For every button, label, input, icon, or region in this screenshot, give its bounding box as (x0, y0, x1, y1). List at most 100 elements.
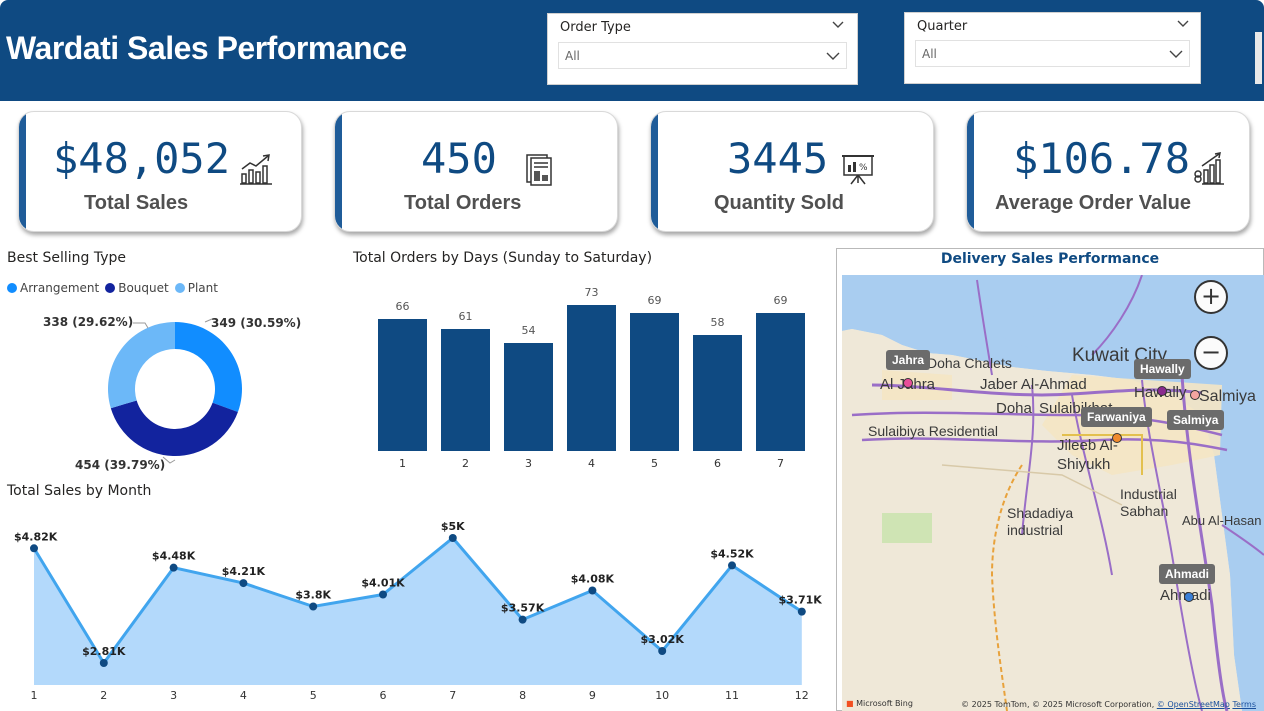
x-tick-label: 12 (795, 689, 809, 702)
data-label-month-8: $3.57K (501, 602, 545, 615)
bar-value-label: 58 (711, 316, 725, 329)
svg-text:%: % (859, 163, 868, 173)
map-place-label: Shadadiya industrial (1007, 505, 1074, 538)
chevron-down-icon[interactable] (1177, 20, 1189, 28)
map-bubble-salmiya[interactable]: Salmiya (1167, 410, 1225, 430)
kpi-label: Total Orders (404, 192, 522, 214)
map-point-salmiya[interactable] (1190, 390, 1200, 400)
kpi-card-total-orders: 450 Total Orders (334, 111, 618, 232)
map-canvas[interactable]: + − Doha Chalets Kuwait City Al Jahra Ja… (842, 275, 1264, 711)
map-bubble-farwaniya[interactable]: Farwaniya (1081, 407, 1152, 427)
order-type-slicer[interactable]: Order Type All (547, 13, 858, 85)
legend-item-plant[interactable]: Plant (174, 281, 218, 295)
bar-day-4 (567, 305, 616, 451)
data-point-month-2 (99, 659, 108, 667)
map-point-hawally[interactable] (1157, 386, 1167, 396)
map-place-label: Sulaibiya Residential (868, 423, 998, 439)
map-title: Delivery Sales Performance (940, 251, 1160, 267)
bar-day-6 (693, 335, 742, 451)
x-tick-label: 4 (240, 689, 247, 702)
quarter-dropdown[interactable]: All (915, 40, 1190, 67)
zoom-out-button[interactable]: − (1194, 336, 1228, 370)
data-point-month-1 (30, 544, 38, 553)
bar-day-7 (756, 313, 805, 451)
x-tick-label: 7 (449, 689, 456, 702)
map-place-label: Salmiya (1199, 388, 1256, 405)
bar-value-label: 73 (585, 286, 599, 299)
x-tick-label: 4 (588, 457, 595, 470)
card-accent (335, 112, 342, 231)
order-type-dropdown[interactable]: All (558, 42, 847, 69)
best-selling-title: Best Selling Type (7, 250, 126, 266)
map-point-farwaniya[interactable] (1112, 433, 1122, 443)
x-tick-label: 10 (655, 689, 669, 702)
data-point-month-6 (379, 590, 387, 599)
sales-area-chart[interactable]: $4.82K 1 $2.81K 2 $4.48K 3 $4.21K 4 $3.8K 5 $4.01K… (0, 505, 830, 711)
legend-label: Bouquet (118, 281, 169, 295)
scrollbar[interactable] (1255, 32, 1262, 84)
x-tick-label: 5 (310, 689, 317, 702)
growth-chart-icon (240, 154, 272, 185)
orders-by-day-title: Total Orders by Days (Sunday to Saturday… (353, 250, 653, 266)
dropdown-chevron-icon[interactable] (1169, 50, 1183, 58)
map-point-ahmadi[interactable] (1184, 592, 1194, 602)
data-label-month-1: $4.82K (14, 530, 58, 543)
terms-link[interactable]: Terms (1232, 700, 1256, 709)
kpi-label: Quantity Sold (714, 192, 844, 214)
bar-value-label: 69 (774, 294, 788, 307)
data-label-month-5: $3.8K (295, 588, 331, 601)
area-fill (34, 538, 802, 685)
map-bubble-hawally[interactable]: Hawally (1134, 359, 1191, 379)
data-label-month-11: $4.52K (710, 547, 754, 560)
data-point-month-8 (518, 615, 527, 624)
delivery-map-panel: Delivery Sales Performance + − Doha Chal… (836, 248, 1264, 711)
map-point-jahra[interactable] (903, 378, 913, 388)
donut-slice-bouquet (110, 400, 238, 456)
legend-item-arrangement[interactable]: Arrangement (7, 281, 99, 295)
quarter-label: Quarter (917, 19, 968, 34)
order-type-label: Order Type (560, 20, 631, 35)
data-label-month-10: $3.02K (641, 633, 685, 646)
zoom-in-button[interactable]: + (1194, 280, 1228, 314)
page-title: Wardati Sales Performance (6, 30, 407, 66)
x-tick-label: 8 (519, 689, 526, 702)
x-tick-label: 7 (777, 457, 784, 470)
dropdown-chevron-icon[interactable] (826, 52, 840, 60)
map-place-label: Abu Al-Hasan (1182, 513, 1262, 528)
osm-link[interactable]: © OpenStreetMap (1157, 700, 1230, 709)
kpi-label: Average Order Value (995, 192, 1192, 214)
data-label-month-4: $4.21K (222, 565, 266, 578)
leader-line (133, 322, 149, 329)
x-tick-label: 1 (399, 457, 406, 470)
x-tick-label: 6 (714, 457, 721, 470)
bar-value-label: 69 (648, 294, 662, 307)
donut-legend: Arrangement Bouquet Plant (7, 281, 218, 295)
map-bubble-ahmadi[interactable]: Ahmadi (1159, 564, 1216, 584)
kpi-card-total-sales: $48,052 Total Sales (18, 111, 302, 232)
map-place-label: Jileeb Al-Shiyukh (1057, 437, 1118, 473)
data-label-month-7: $5K (441, 520, 465, 533)
orders-bar-chart[interactable]: 66 1 61 2 54 3 73 4 69 5 58 6 69 7 (360, 278, 820, 478)
presentation-board-icon: % (842, 155, 874, 185)
x-tick-label: 6 (380, 689, 387, 702)
x-tick-label: 2 (462, 457, 469, 470)
data-label-month-3: $4.48K (152, 550, 196, 563)
legend-item-bouquet[interactable]: Bouquet (105, 281, 169, 295)
x-tick-label: 9 (589, 689, 596, 702)
kpi-value: 450 (421, 134, 497, 183)
map-bubble-jahra[interactable]: Jahra (886, 350, 931, 370)
quarter-value: All (922, 47, 937, 61)
donut-chart[interactable]: 349 (30.59%) 338 (29.62%) 454 (39.79%) (0, 295, 330, 480)
order-type-value: All (565, 49, 580, 63)
card-accent (19, 112, 26, 231)
data-point-month-11 (728, 561, 736, 570)
chevron-down-icon[interactable] (832, 21, 844, 29)
kpi-value: $48,052 (53, 134, 231, 183)
data-point-month-3 (169, 563, 178, 572)
kpi-value: $106.78 (1013, 134, 1191, 183)
quarter-slicer[interactable]: Quarter All (904, 12, 1201, 84)
map-place-label: Industrial Sabhan (1120, 486, 1177, 519)
map-place-label: Doha (996, 400, 1032, 417)
bar-day-1 (378, 319, 427, 451)
data-label-plant: 338 (29.62%) (43, 315, 133, 329)
